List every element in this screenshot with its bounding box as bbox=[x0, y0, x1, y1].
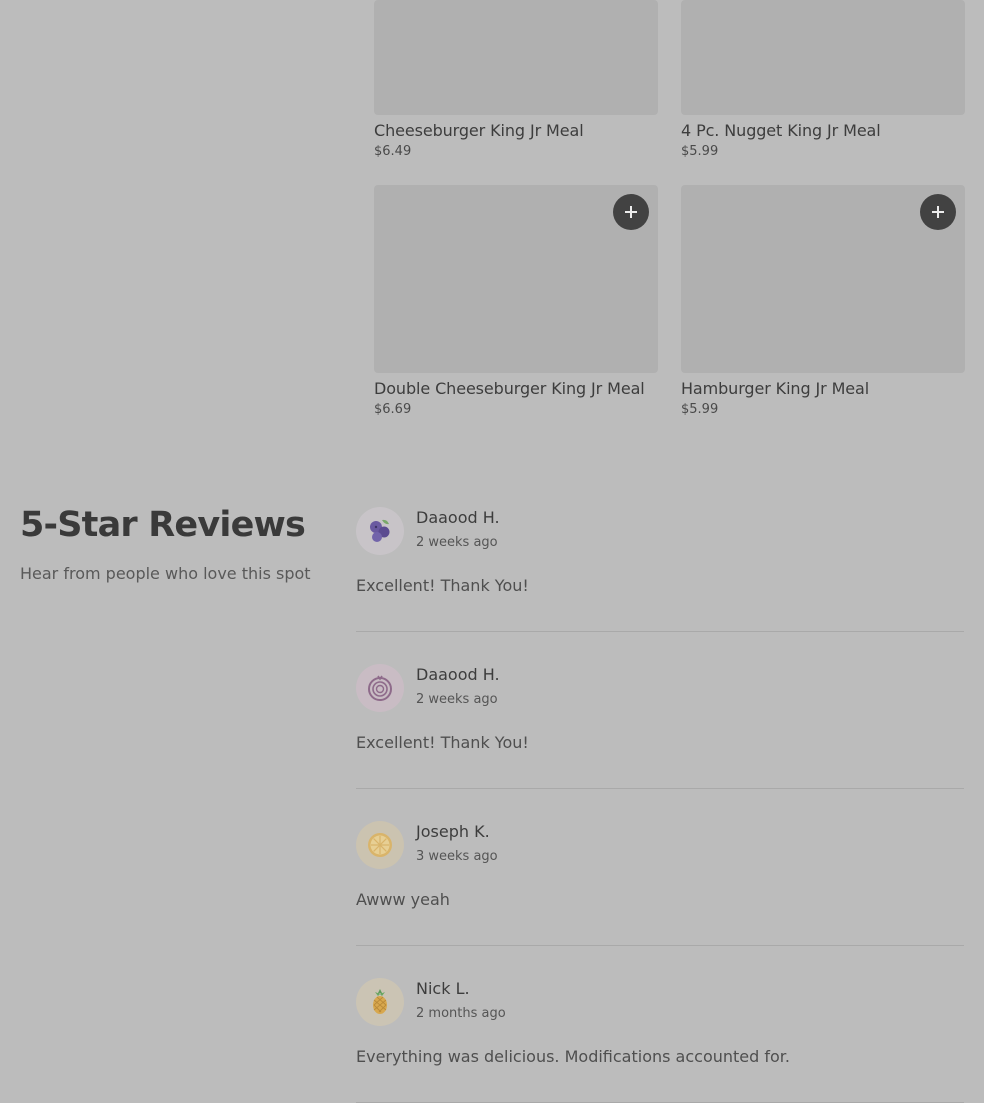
add-item-button[interactable] bbox=[920, 194, 956, 230]
review-author: Joseph K. bbox=[416, 822, 490, 841]
menu-item-name: Hamburger King Jr Meal bbox=[681, 379, 870, 398]
menu-item-image[interactable] bbox=[681, 0, 965, 115]
menu-item-price: $5.99 bbox=[681, 144, 719, 159]
menu-item-name: Cheeseburger King Jr Meal bbox=[374, 121, 584, 140]
menu-item-price: $6.49 bbox=[374, 144, 412, 159]
review-time: 2 weeks ago bbox=[416, 692, 498, 707]
onion-icon bbox=[368, 675, 392, 701]
review-author: Daaood H. bbox=[416, 508, 500, 527]
review-author: Daaood H. bbox=[416, 665, 500, 684]
reviews-title: 5-Star Reviews bbox=[20, 505, 306, 545]
review-time: 2 months ago bbox=[416, 1006, 506, 1021]
plus-icon bbox=[625, 206, 637, 218]
store-page: Cheeseburger King Jr Meal $6.49 4 Pc. Nu… bbox=[0, 0, 984, 1103]
avatar bbox=[356, 821, 404, 869]
menu-item-price: $6.69 bbox=[374, 402, 412, 417]
plus-icon bbox=[932, 206, 944, 218]
menu-item-price: $5.99 bbox=[681, 402, 719, 417]
review-text: Awww yeah bbox=[356, 890, 450, 909]
add-item-button[interactable] bbox=[613, 194, 649, 230]
menu-item-image[interactable] bbox=[374, 185, 658, 373]
menu-item-card[interactable]: 4 Pc. Nugget King Jr Meal $5.99 bbox=[681, 0, 965, 159]
review-author: Nick L. bbox=[416, 979, 470, 998]
avatar bbox=[356, 978, 404, 1026]
divider bbox=[356, 788, 964, 789]
menu-item-image[interactable] bbox=[681, 185, 965, 373]
menu-item-name: Double Cheeseburger King Jr Meal bbox=[374, 379, 645, 398]
lemon-slice-icon bbox=[368, 833, 392, 857]
review-text: Excellent! Thank You! bbox=[356, 733, 529, 752]
menu-item-name: 4 Pc. Nugget King Jr Meal bbox=[681, 121, 881, 140]
avatar bbox=[356, 664, 404, 712]
menu-item-image[interactable] bbox=[374, 0, 658, 115]
blueberry-icon bbox=[370, 519, 390, 542]
menu-item-card[interactable]: Double Cheeseburger King Jr Meal $6.69 bbox=[374, 185, 658, 417]
review-time: 2 weeks ago bbox=[416, 535, 498, 550]
reviews-subtitle: Hear from people who love this spot bbox=[20, 564, 311, 583]
menu-item-card[interactable]: Hamburger King Jr Meal $5.99 bbox=[681, 185, 965, 417]
review-text: Excellent! Thank You! bbox=[356, 576, 529, 595]
review-text: Everything was delicious. Modifications … bbox=[356, 1047, 790, 1066]
avatar bbox=[356, 507, 404, 555]
divider bbox=[356, 945, 964, 946]
divider bbox=[356, 631, 964, 632]
menu-item-card[interactable]: Cheeseburger King Jr Meal $6.49 bbox=[374, 0, 658, 159]
review-time: 3 weeks ago bbox=[416, 849, 498, 864]
pineapple-icon bbox=[373, 989, 387, 1014]
